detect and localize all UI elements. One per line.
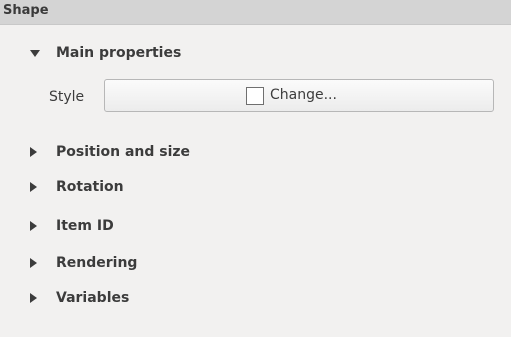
shape-panel: Shape Main properties Style Change... Po… — [0, 0, 511, 337]
group-main-properties[interactable]: Main properties — [30, 44, 230, 64]
change-button-label: Change... — [270, 87, 337, 103]
panel-title: Shape — [3, 3, 49, 18]
group-label: Position and size — [56, 144, 191, 160]
change-style-button[interactable]: Change... — [104, 79, 494, 112]
group-rendering[interactable]: Rendering — [30, 254, 190, 274]
panel-title-bar: Shape — [0, 0, 511, 25]
group-variables[interactable]: Variables — [30, 289, 190, 309]
collapsed-arrow-icon — [30, 182, 37, 192]
style-swatch — [246, 87, 264, 105]
style-label: Style — [49, 89, 85, 105]
collapsed-arrow-icon — [30, 221, 37, 231]
group-label: Rotation — [56, 179, 124, 195]
collapsed-arrow-icon — [30, 258, 37, 268]
panel-content: Main properties Style Change... Position… — [0, 25, 511, 337]
group-label: Item ID — [56, 218, 114, 234]
expanded-arrow-icon — [30, 50, 40, 57]
group-label: Main properties — [56, 45, 182, 61]
collapsed-arrow-icon — [30, 293, 37, 303]
group-position-and-size[interactable]: Position and size — [30, 143, 250, 163]
group-label: Rendering — [56, 255, 138, 271]
group-rotation[interactable]: Rotation — [30, 178, 190, 198]
group-label: Variables — [56, 290, 130, 306]
collapsed-arrow-icon — [30, 147, 37, 157]
group-item-id[interactable]: Item ID — [30, 217, 190, 237]
